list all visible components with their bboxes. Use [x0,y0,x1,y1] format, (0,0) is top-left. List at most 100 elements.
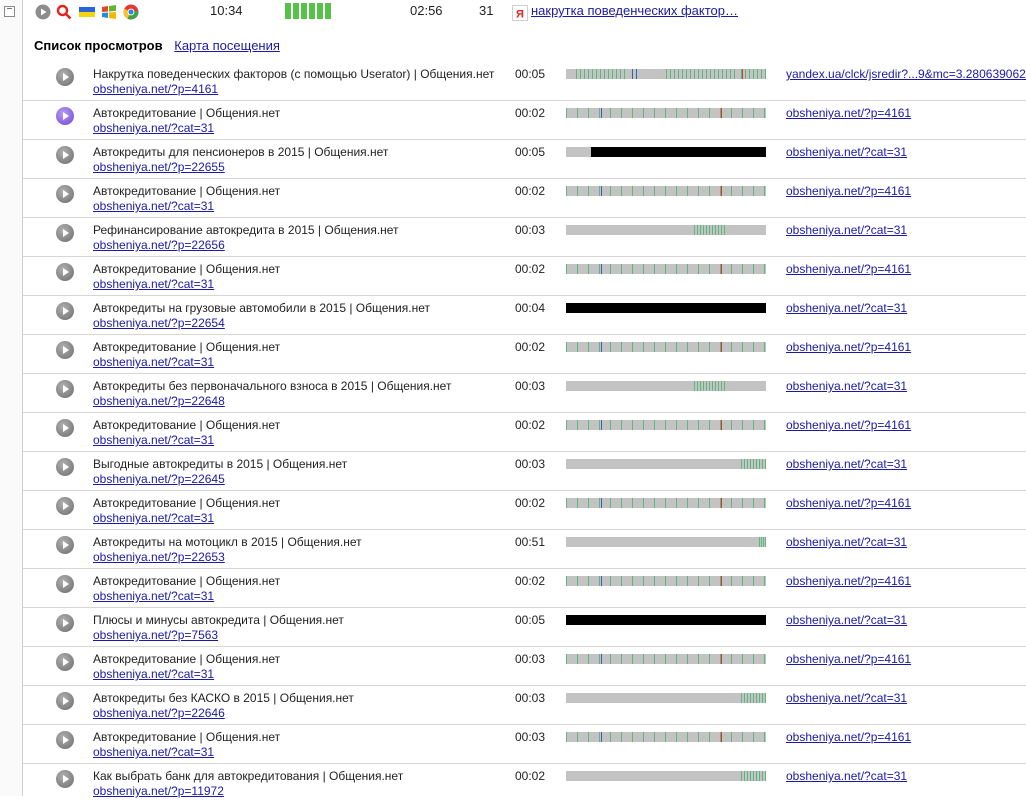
timeline-mark [566,498,567,508]
referrer-url[interactable]: obsheniya.net/?p=4161 [786,340,911,354]
referrer-url[interactable]: obsheniya.net/?p=4161 [786,496,911,510]
view-url[interactable]: obsheniya.net/?cat=31 [93,667,214,681]
timeline-mark [753,69,754,79]
view-url[interactable]: obsheniya.net/?p=22656 [93,238,225,252]
session-duration: 02:56 [410,3,443,18]
activity-timeline[interactable] [566,576,766,586]
view-url[interactable]: obsheniya.net/?p=22655 [93,160,225,174]
activity-timeline[interactable] [566,459,766,469]
view-row: Автокредитование | Общения.нет obsheniya.… [23,725,1026,764]
play-icon[interactable] [56,692,74,710]
timeline-mark [721,186,722,196]
activity-timeline[interactable] [566,342,766,352]
referrer-url[interactable]: obsheniya.net/?p=4161 [786,574,911,588]
activity-timeline[interactable] [566,264,766,274]
activity-timeline[interactable] [566,186,766,196]
play-icon[interactable] [56,380,74,398]
play-icon[interactable] [56,497,74,515]
activity-timeline[interactable] [566,147,766,157]
activity-timeline[interactable] [566,693,766,703]
view-url[interactable]: obsheniya.net/?cat=31 [93,433,214,447]
activity-timeline[interactable] [566,537,766,547]
timeline-mark [762,771,763,781]
view-url[interactable]: obsheniya.net/?p=22654 [93,316,225,330]
activity-bar [301,3,307,19]
referrer-url[interactable]: obsheniya.net/?p=4161 [786,730,911,744]
view-url[interactable]: obsheniya.net/?p=22653 [93,550,225,564]
referrer-url[interactable]: obsheniya.net/?cat=31 [786,145,907,159]
timeline-mark [753,420,754,430]
collapse-toggle[interactable]: − [4,6,15,17]
search-icon[interactable] [56,4,72,20]
activity-timeline[interactable] [566,69,766,79]
view-url[interactable]: obsheniya.net/?p=7563 [93,628,218,642]
referrer-url[interactable]: obsheniya.net/?cat=31 [786,457,907,471]
view-url[interactable]: obsheniya.net/?p=22646 [93,706,225,720]
referrer-url[interactable]: obsheniya.net/?p=4161 [786,418,911,432]
play-icon[interactable] [56,185,74,203]
play-icon[interactable] [56,653,74,671]
referrer-url[interactable]: obsheniya.net/?cat=31 [786,379,907,393]
view-url[interactable]: obsheniya.net/?cat=31 [93,277,214,291]
referrer-url[interactable]: obsheniya.net/?p=4161 [786,184,911,198]
activity-timeline[interactable] [566,654,766,664]
timeline-mark [718,225,719,235]
activity-timeline[interactable] [566,771,766,781]
play-icon[interactable] [56,731,74,749]
play-icon[interactable] [56,107,74,125]
view-url[interactable]: obsheniya.net/?p=22645 [93,472,225,486]
referrer-url[interactable]: obsheniya.net/?p=4161 [786,262,911,276]
view-url[interactable]: obsheniya.net/?p=4161 [93,82,218,96]
activity-timeline[interactable] [566,108,766,118]
timeline-mark [741,771,742,781]
play-icon[interactable] [56,302,74,320]
view-url[interactable]: obsheniya.net/?cat=31 [93,511,214,525]
referrer-url[interactable]: yandex.ua/clck/jsredir?...9&mc=3.2806390… [786,67,1026,81]
timeline-mark [599,732,600,742]
view-url[interactable]: obsheniya.net/?cat=31 [93,589,214,603]
play-icon[interactable] [56,614,74,632]
play-icon[interactable] [56,341,74,359]
activity-timeline[interactable] [566,615,766,625]
play-icon[interactable] [56,458,74,476]
timeline-mark [753,186,754,196]
activity-timeline[interactable] [566,498,766,508]
play-icon[interactable] [56,68,74,86]
referrer-url[interactable]: obsheniya.net/?cat=31 [786,535,907,549]
referrer-url[interactable]: obsheniya.net/?p=4161 [786,106,911,120]
referrer-url[interactable]: obsheniya.net/?cat=31 [786,769,907,783]
play-icon[interactable] [56,419,74,437]
play-icon[interactable] [56,770,74,788]
play-icon[interactable] [56,146,74,164]
activity-timeline[interactable] [566,225,766,235]
tab-view-list[interactable]: Список просмотров [34,38,163,53]
play-icon[interactable] [56,224,74,242]
play-icon[interactable] [56,575,74,593]
timeline-mark [698,342,699,352]
timeline-mark [577,732,578,742]
play-icon[interactable] [35,4,51,20]
play-icon[interactable] [56,536,74,554]
activity-timeline[interactable] [566,381,766,391]
referrer-url[interactable]: obsheniya.net/?cat=31 [786,301,907,315]
timeline-mark [588,186,589,196]
view-url[interactable]: obsheniya.net/?cat=31 [93,121,214,135]
timeline-mark [610,108,611,118]
view-title: Автокредиты без первоначального взноса в… [93,379,452,393]
view-url[interactable]: obsheniya.net/?p=22648 [93,394,225,408]
activity-timeline[interactable] [566,732,766,742]
timeline-mark [584,69,585,79]
referrer-url[interactable]: obsheniya.net/?cat=31 [786,691,907,705]
referrer-link[interactable]: накрутка поведенческих фактор… [531,3,738,18]
view-url[interactable]: obsheniya.net/?cat=31 [93,745,214,759]
tab-visit-map[interactable]: Карта посещения [174,38,280,53]
referrer-url[interactable]: obsheniya.net/?cat=31 [786,223,907,237]
activity-bar [309,3,315,19]
activity-timeline[interactable] [566,303,766,313]
activity-timeline[interactable] [566,420,766,430]
view-url[interactable]: obsheniya.net/?cat=31 [93,199,214,213]
referrer-url[interactable]: obsheniya.net/?p=4161 [786,652,911,666]
play-icon[interactable] [56,263,74,281]
referrer-url[interactable]: obsheniya.net/?cat=31 [786,613,907,627]
view-url[interactable]: obsheniya.net/?cat=31 [93,355,214,369]
